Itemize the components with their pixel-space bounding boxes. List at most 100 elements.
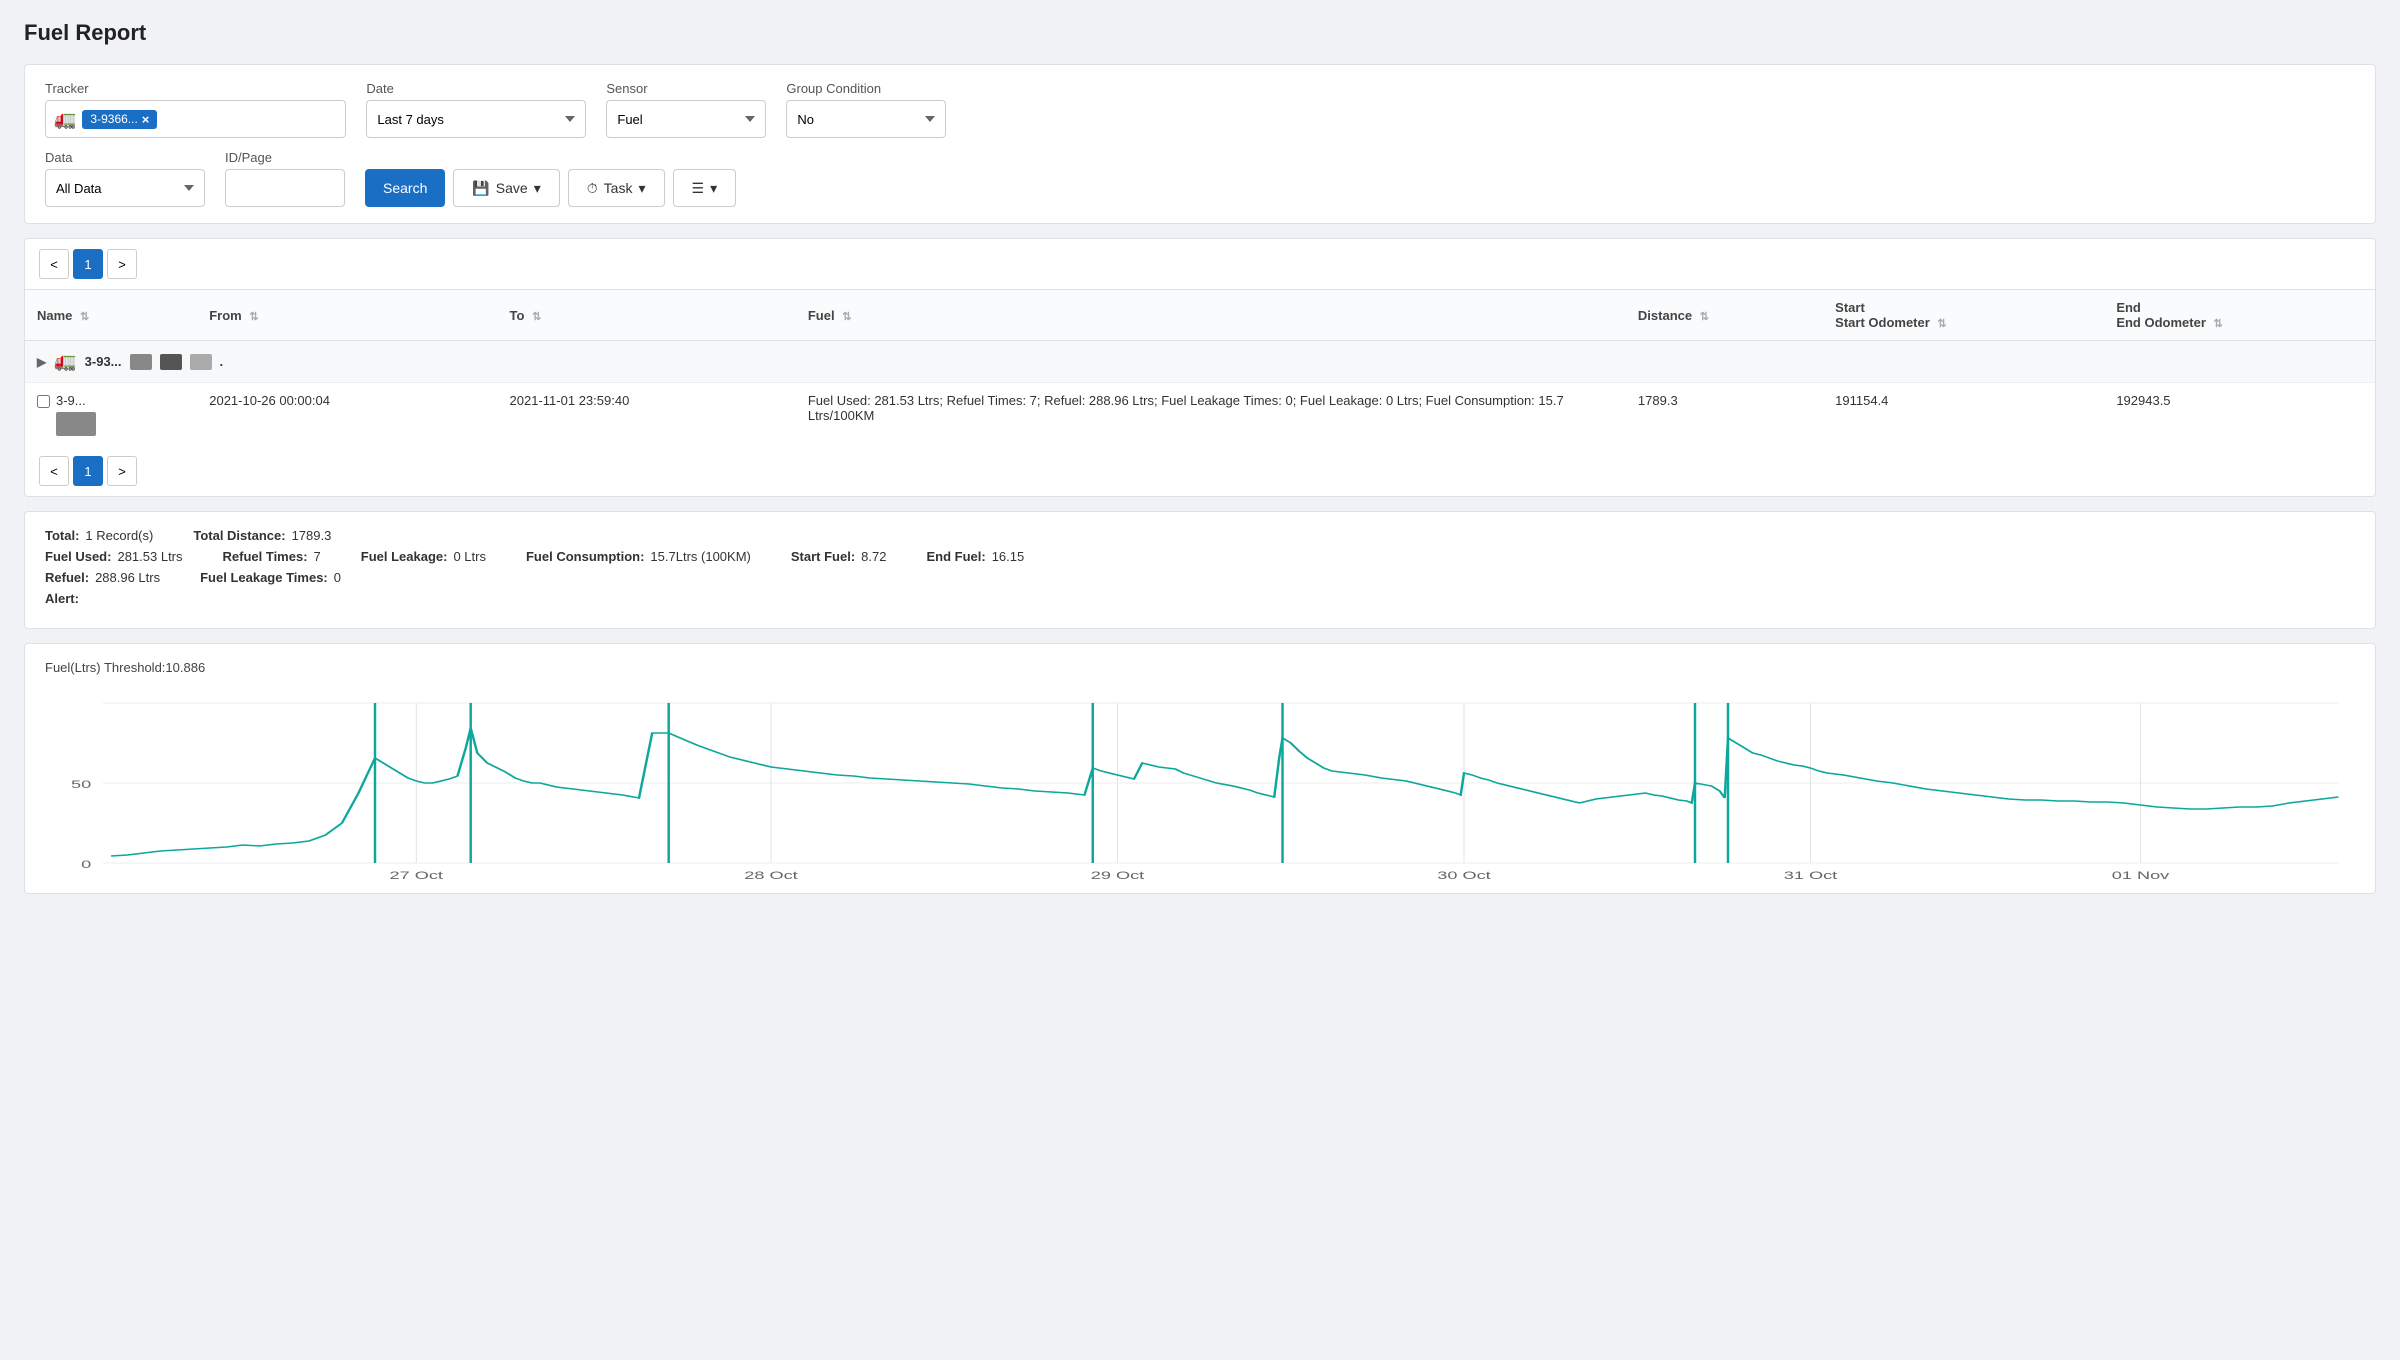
start-fuel-pair: Start Fuel: 8.72: [791, 549, 887, 564]
start-fuel-label: Start Fuel:: [791, 549, 855, 564]
svg-text:29 Oct: 29 Oct: [1091, 869, 1145, 881]
start-fuel-value: 8.72: [861, 549, 886, 564]
total-distance-value: 1789.3: [292, 528, 332, 543]
table-row: 3-9... 2021-10-26 00:00:04 2021-11-01 23…: [25, 383, 2375, 447]
fuel-consumption-pair: Fuel Consumption: 15.7Ltrs (100KM): [526, 549, 751, 564]
group-truck-icon: 🚛: [54, 351, 76, 372]
sort-icon-from[interactable]: ⇅: [249, 311, 258, 323]
save-button[interactable]: 💾 Save ▾: [453, 169, 559, 207]
group-name: 3-93...: [85, 354, 122, 369]
row-thumbnail: [56, 412, 96, 436]
refuel-times-value: 7: [314, 549, 321, 564]
group-icon-sq3: [190, 354, 212, 370]
col-end-odometer: EndEnd Odometer ⇅: [2104, 290, 2375, 341]
chart-container: 0 50 27 Oct 28 Oct 29 Oct 30 Oct: [45, 683, 2355, 883]
total-pair: Total: 1 Record(s): [45, 528, 153, 543]
top-pagination: < 1 >: [25, 239, 2375, 289]
date-label: Date: [366, 81, 586, 96]
total-value: 1 Record(s): [85, 528, 153, 543]
sensor-label: Sensor: [606, 81, 766, 96]
group-row-cell: ▶ 🚛 3-93... .: [25, 341, 2375, 383]
bottom-current-page-button[interactable]: 1: [73, 456, 103, 486]
tracker-input-container[interactable]: 🚛 3-9366... ×: [45, 100, 346, 138]
truck-icon: 🚛: [54, 109, 76, 130]
filter-section: Tracker 🚛 3-9366... × Date Last 7 days T: [24, 64, 2376, 224]
fuel-leakage-label: Fuel Leakage:: [361, 549, 448, 564]
chart-title: Fuel(Ltrs) Threshold:10.886: [45, 660, 2355, 675]
tracker-text-input[interactable]: [161, 112, 337, 127]
row-to-cell: 2021-11-01 23:59:40: [498, 383, 796, 447]
date-select[interactable]: Last 7 days Today Yesterday Last 30 days…: [366, 100, 586, 138]
bottom-pagination: < 1 >: [25, 446, 2375, 496]
fuel-leakage-times-label: Fuel Leakage Times:: [200, 570, 328, 585]
bottom-prev-page-button[interactable]: <: [39, 456, 69, 486]
list-button[interactable]: ☰ ▾: [673, 169, 737, 207]
tracker-tag-text: 3-9366...: [90, 112, 137, 126]
end-fuel-label: End Fuel:: [926, 549, 985, 564]
row-end-odo-cell: 192943.5: [2104, 383, 2375, 447]
summary-row-1: Total: 1 Record(s) Total Distance: 1789.…: [45, 528, 2355, 543]
row-fuel-cell: Fuel Used: 281.53 Ltrs; Refuel Times: 7;…: [796, 383, 1626, 447]
row-distance-cell: 1789.3: [1626, 383, 1823, 447]
svg-text:27 Oct: 27 Oct: [390, 869, 444, 881]
id-page-input[interactable]: 100: [225, 169, 345, 207]
data-filter-group: Data All Data Custom: [45, 150, 205, 207]
page-title: Fuel Report: [24, 20, 2376, 46]
fuel-leakage-pair: Fuel Leakage: 0 Ltrs: [361, 549, 486, 564]
col-name: Name ⇅: [25, 290, 197, 341]
row-name-cell: 3-9...: [25, 383, 197, 447]
col-to: To ⇅: [498, 290, 796, 341]
group-condition-filter-group: Group Condition No Yes: [786, 81, 946, 138]
row-start-odo-cell: 191154.4: [1823, 383, 2104, 447]
tracker-label: Tracker: [45, 81, 346, 96]
search-button[interactable]: Search: [365, 169, 445, 207]
table-group-row: ▶ 🚛 3-93... .: [25, 341, 2375, 383]
svg-text:50: 50: [71, 778, 91, 790]
refuel-times-label: Refuel Times:: [223, 549, 308, 564]
data-table: Name ⇅ From ⇅ To ⇅ Fuel ⇅: [25, 289, 2375, 446]
sort-icon-distance[interactable]: ⇅: [1700, 311, 1709, 323]
summary-row-2: Fuel Used: 281.53 Ltrs Refuel Times: 7 F…: [45, 549, 2355, 564]
col-distance: Distance ⇅: [1626, 290, 1823, 341]
sort-icon-start-odo[interactable]: ⇅: [1937, 318, 1946, 330]
sensor-select[interactable]: Fuel Temperature Speed: [606, 100, 766, 138]
end-fuel-pair: End Fuel: 16.15: [926, 549, 1024, 564]
tracker-tag-close[interactable]: ×: [142, 112, 150, 127]
end-fuel-value: 16.15: [992, 549, 1025, 564]
group-icon-sq1: [130, 354, 152, 370]
next-page-button[interactable]: >: [107, 249, 137, 279]
row-checkbox[interactable]: [37, 395, 50, 408]
group-dot: .: [220, 354, 224, 369]
expand-icon[interactable]: ▶: [37, 355, 46, 369]
fuel-leakage-times-value: 0: [334, 570, 341, 585]
id-page-label: ID/Page: [225, 150, 345, 165]
tracker-tag[interactable]: 3-9366... ×: [82, 110, 157, 129]
fuel-used-value: 281.53 Ltrs: [117, 549, 182, 564]
fuel-used-label: Fuel Used:: [45, 549, 111, 564]
list-chevron-icon: ▾: [710, 180, 717, 197]
data-select[interactable]: All Data Custom: [45, 169, 205, 207]
task-icon: ⏱: [587, 180, 598, 197]
sort-icon-fuel[interactable]: ⇅: [842, 311, 851, 323]
refuel-pair: Refuel: 288.96 Ltrs: [45, 570, 160, 585]
bottom-next-page-button[interactable]: >: [107, 456, 137, 486]
svg-text:01 Nov: 01 Nov: [2112, 869, 2170, 881]
toolbar-buttons: x Search 💾 Save ▾ ⏱ Task ▾ ☰: [365, 150, 736, 207]
task-button[interactable]: ⏱ Task ▾: [568, 169, 665, 207]
col-from: From ⇅: [197, 290, 497, 341]
refuel-label: Refuel:: [45, 570, 89, 585]
col-fuel: Fuel ⇅: [796, 290, 1626, 341]
total-label: Total:: [45, 528, 79, 543]
current-page-button[interactable]: 1: [73, 249, 103, 279]
list-icon: ☰: [692, 180, 705, 197]
sort-icon-name[interactable]: ⇅: [80, 311, 89, 323]
group-condition-select[interactable]: No Yes: [786, 100, 946, 138]
chart-section: Fuel(Ltrs) Threshold:10.886 0 50 27 Oct …: [24, 643, 2376, 894]
prev-page-button[interactable]: <: [39, 249, 69, 279]
sort-icon-to[interactable]: ⇅: [532, 311, 541, 323]
id-page-filter-group: ID/Page 100: [225, 150, 345, 207]
sort-icon-end-odo[interactable]: ⇅: [2214, 318, 2223, 330]
total-distance-pair: Total Distance: 1789.3: [193, 528, 331, 543]
sensor-filter-group: Sensor Fuel Temperature Speed: [606, 81, 766, 138]
table-section: < 1 > Name ⇅ From ⇅ To ⇅: [24, 238, 2376, 497]
